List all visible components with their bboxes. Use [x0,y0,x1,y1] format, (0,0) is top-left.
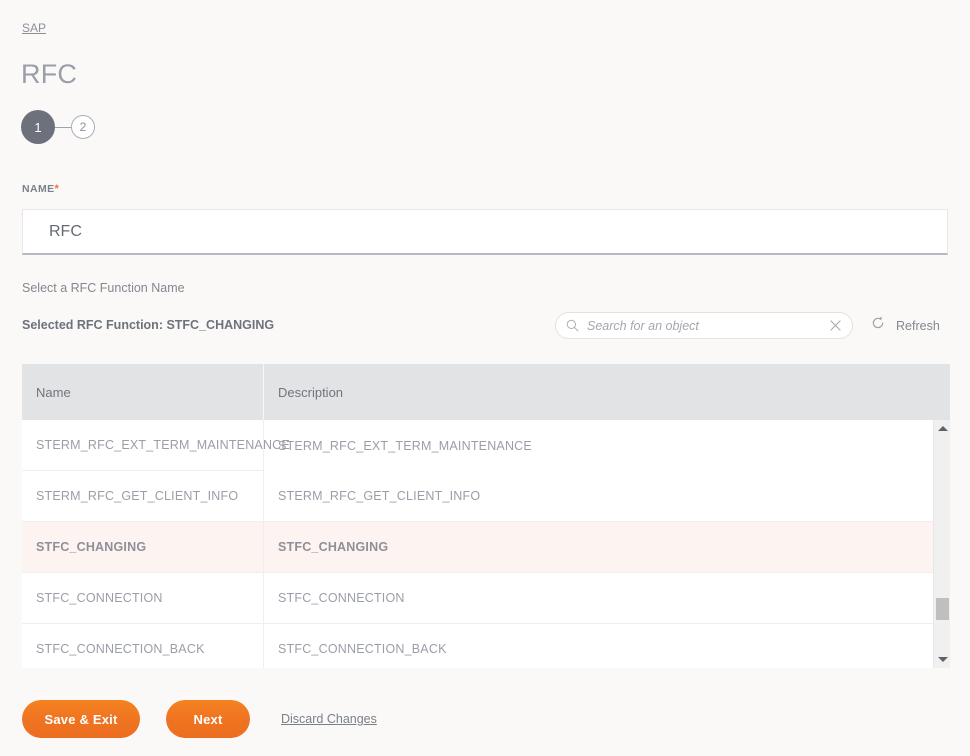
table-cell-description: STFC_CONNECTION [278,591,405,605]
table-body: STERM_RFC_EXT_TERM_MAINTENANCE STERM_RFC… [22,420,950,668]
close-icon[interactable] [830,320,841,331]
table-cell-description: STFC_CONNECTION_BACK [278,642,447,656]
search-box[interactable] [555,312,853,339]
select-function-hint: Select a RFC Function Name [22,281,185,295]
triangle-down-icon[interactable] [934,651,950,668]
search-icon [566,319,579,332]
selected-rfc-function-label: Selected RFC Function: STFC_CHANGING [22,318,275,332]
table-cell-description: STFC_CHANGING [278,540,389,554]
stepper-step-1-label: 1 [34,119,42,135]
table-scrollbar[interactable] [933,420,950,668]
table-row[interactable]: STFC_CONNECTION STFC_CONNECTION [22,573,950,624]
table-cell-name: STERM_RFC_GET_CLIENT_INFO [22,471,264,521]
stepper-connector [55,126,71,128]
search-input[interactable] [579,317,830,334]
save-and-exit-button[interactable]: Save & Exit [22,700,140,738]
table-row-selected[interactable]: STFC_CHANGING STFC_CHANGING [22,522,950,573]
refresh-icon [870,315,886,336]
table-row[interactable]: STFC_CONNECTION_BACK STFC_CONNECTION_BAC… [22,624,950,668]
table-cell-name: STFC_CHANGING [22,522,264,572]
name-label-text: NAME [22,183,55,195]
page-title: RFC [21,59,78,89]
required-marker: * [54,183,60,195]
table-row[interactable]: STERM_RFC_EXT_TERM_MAINTENANCE STERM_RFC… [22,420,950,471]
next-button[interactable]: Next [166,700,250,738]
table-cell-description: STERM_RFC_GET_CLIENT_INFO [278,489,481,503]
table-header-row: Name Description [22,364,950,420]
discard-changes-link[interactable]: Discard Changes [281,712,377,726]
table-cell-description: STERM_RFC_EXT_TERM_MAINTENANCE [278,438,532,453]
scrollbar-thumb[interactable] [936,598,949,620]
table-header-description[interactable]: Description [264,364,950,420]
stepper-step-2-label: 2 [79,120,87,134]
table-cell-name: STFC_CONNECTION [22,573,264,623]
refresh-label: Refresh [896,318,940,333]
refresh-button[interactable]: Refresh [870,315,940,336]
rfc-function-table: Name Description STERM_RFC_EXT_TERM_MAIN… [22,364,950,668]
stepper-step-1[interactable]: 1 [21,110,55,144]
table-cell-name: STFC_CONNECTION_BACK [22,624,264,668]
table-header-name[interactable]: Name [22,364,264,420]
table-cell-name: STERM_RFC_EXT_TERM_MAINTENANCE [22,420,290,471]
triangle-up-icon[interactable] [934,420,950,437]
table-row[interactable]: STERM_RFC_GET_CLIENT_INFO STERM_RFC_GET_… [22,471,950,522]
breadcrumb-sap[interactable]: SAP [22,21,46,35]
stepper-step-2[interactable]: 2 [71,115,95,139]
name-input[interactable] [22,209,948,255]
name-field-label: NAME* [22,183,59,195]
stepper: 1 2 [21,110,95,144]
rfc-wizard-page: SAP RFC 1 2 NAME* Select a RFC Function … [0,0,970,756]
